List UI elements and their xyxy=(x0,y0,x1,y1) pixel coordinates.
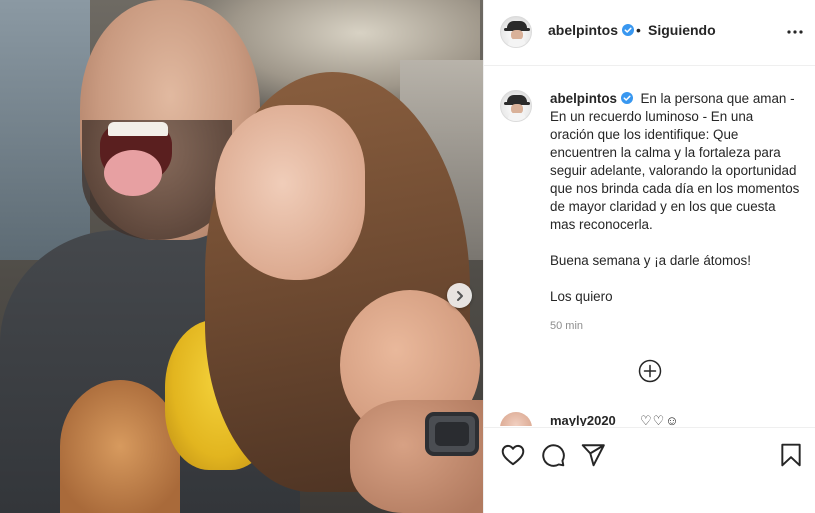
caption-author-avatar[interactable] xyxy=(500,90,532,122)
caption-paragraph-1: En la persona que aman - En un recuerdo … xyxy=(550,91,800,232)
like-button[interactable] xyxy=(500,442,526,468)
share-button[interactable] xyxy=(580,442,606,468)
verified-badge-icon xyxy=(620,92,633,104)
caption-paragraph-3: Los quiero xyxy=(550,289,613,304)
verified-badge-icon xyxy=(621,24,634,36)
comment-row: mayly2020 ♡♡☺ xyxy=(500,412,800,426)
header-separator: • xyxy=(636,22,641,38)
comment-text: ♡♡☺ xyxy=(640,413,680,426)
post-side-panel: abelpintos • Siguiendo abelpintos En la … xyxy=(483,0,815,513)
comment-icon xyxy=(542,444,565,467)
photo-man-tongue xyxy=(104,150,162,196)
commenter-username[interactable]: mayly2020 xyxy=(550,413,616,426)
load-more-comments-button[interactable] xyxy=(638,359,662,383)
comments-area[interactable]: abelpintos En la persona que aman - En u… xyxy=(484,66,815,426)
photo-lion-print xyxy=(60,380,180,513)
post-actions-bar xyxy=(484,427,815,513)
post-photo[interactable] xyxy=(0,0,483,513)
caption-username[interactable]: abelpintos xyxy=(550,91,636,106)
photo-smartwatch xyxy=(425,412,479,456)
send-icon xyxy=(581,444,605,467)
author-username[interactable]: abelpintos xyxy=(548,22,618,38)
ellipsis-icon xyxy=(787,30,803,34)
plus-circle-icon xyxy=(638,359,662,383)
author-avatar[interactable] xyxy=(500,16,532,48)
more-options-button[interactable] xyxy=(785,22,805,42)
post-caption: abelpintos En la persona que aman - En u… xyxy=(550,90,800,306)
heart-icon xyxy=(501,444,525,466)
bookmark-icon xyxy=(781,443,801,467)
following-button[interactable]: Siguiendo xyxy=(648,22,716,38)
save-button[interactable] xyxy=(778,442,804,468)
post-header: abelpintos • Siguiendo xyxy=(484,0,815,66)
commenter-avatar[interactable] xyxy=(500,412,532,426)
next-photo-button[interactable] xyxy=(447,283,472,308)
comment-button[interactable] xyxy=(540,442,566,468)
photo-background-window xyxy=(0,0,90,260)
caption-paragraph-2: Buena semana y ¡a darle átomos! xyxy=(550,253,751,268)
photo-man-teeth xyxy=(108,122,168,136)
chevron-right-icon xyxy=(456,290,463,301)
caption-timestamp[interactable]: 50 min xyxy=(550,320,583,332)
author-username-link[interactable]: abelpintos xyxy=(548,22,634,38)
